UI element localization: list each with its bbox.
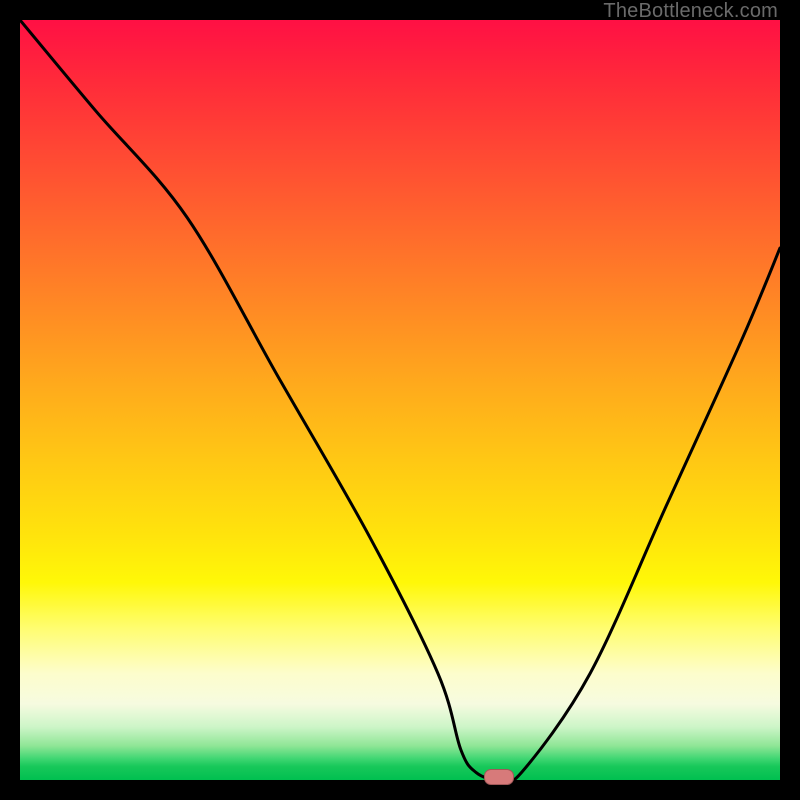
- curve-svg: [20, 20, 780, 780]
- chart-frame: TheBottleneck.com: [0, 0, 800, 800]
- bottleneck-curve: [20, 20, 780, 780]
- optimal-marker: [484, 769, 514, 785]
- plot-area: [20, 20, 780, 780]
